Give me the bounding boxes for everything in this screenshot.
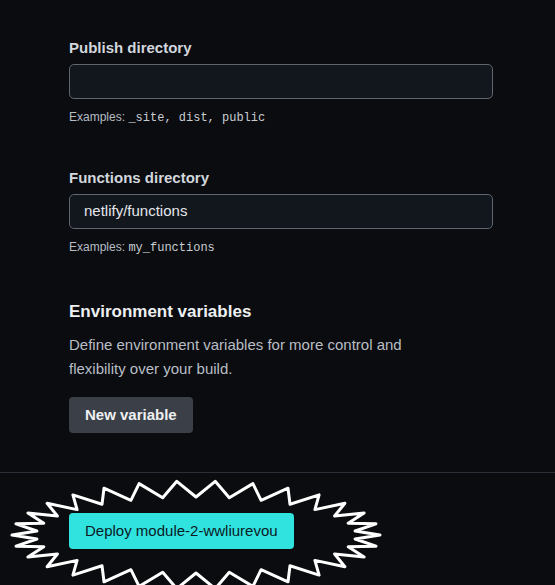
directory-field: Functions directory Examples: my_function… xyxy=(69,168,493,256)
section-description: Define environment variables for more co… xyxy=(69,333,449,381)
examples-label: Examples: xyxy=(69,110,125,124)
section-title: Environment variables xyxy=(69,301,555,323)
directory-input[interactable] xyxy=(69,64,493,99)
directory-input[interactable] xyxy=(69,194,493,229)
examples-label: Examples: xyxy=(69,240,125,254)
field-label: Functions directory xyxy=(69,168,493,188)
examples-values: _site, dist, public xyxy=(128,111,265,125)
field-examples: Examples: my_functions xyxy=(69,239,493,256)
field-label: Publish directory xyxy=(69,38,493,58)
deploy-button[interactable]: Deploy module-2-wwliurevou xyxy=(69,513,294,549)
deploy-area: Deploy module-2-wwliurevou xyxy=(0,473,555,579)
divider xyxy=(0,472,555,473)
examples-values: my_functions xyxy=(128,241,214,255)
directory-field: Publish directory Examples: _site, dist, … xyxy=(69,38,493,126)
build-settings: Publish directory Examples: _site, dist, … xyxy=(0,0,555,433)
field-examples: Examples: _site, dist, public xyxy=(69,109,493,126)
new-variable-button[interactable]: New variable xyxy=(69,397,193,433)
environment-variables-section: Environment variables Define environment… xyxy=(69,301,555,433)
